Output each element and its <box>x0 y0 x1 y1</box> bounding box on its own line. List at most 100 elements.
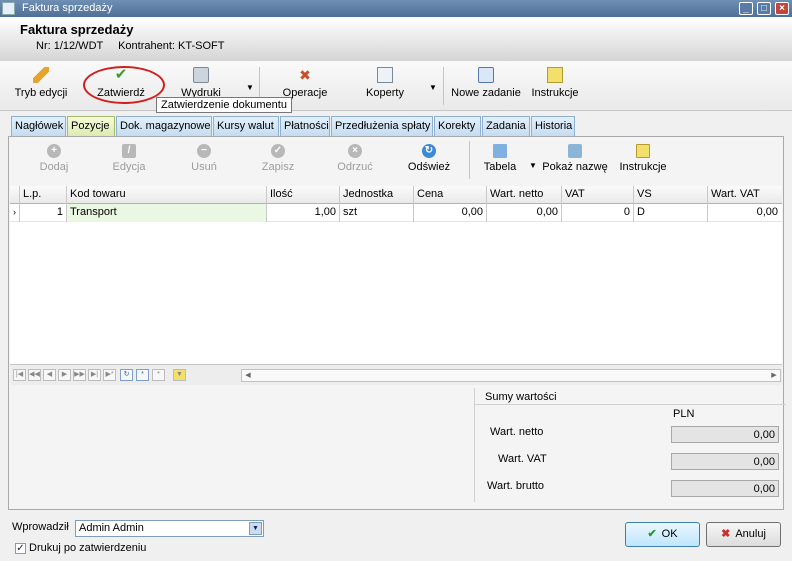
envelopes-dropdown-arrow[interactable]: ▼ <box>429 83 437 92</box>
cell-net[interactable]: 0,00 <box>487 204 562 222</box>
checkmark-icon: ✔ <box>647 528 657 540</box>
table-label: Tabela <box>483 161 517 173</box>
table-button[interactable]: Tabela <box>481 144 519 173</box>
next-page-icon[interactable]: ▶▶ <box>73 369 86 381</box>
vat-sum-value: 0,00 <box>671 453 779 470</box>
net-sum-value: 0,00 <box>671 426 779 443</box>
tab-pozycje[interactable]: Pozycje <box>67 116 115 136</box>
tab-platnosci[interactable]: Płatności <box>280 116 330 136</box>
tab-dok-magazynowe[interactable]: Dok. magazynowe <box>116 116 212 136</box>
table-icon <box>493 144 507 158</box>
reject-button[interactable]: × Odrzuć <box>335 144 375 173</box>
filter-icon[interactable]: ▼ <box>173 369 186 381</box>
instructions-button[interactable]: Instrukcje <box>528 65 582 107</box>
envelope-icon <box>377 67 393 83</box>
last-record-icon[interactable]: ▶* <box>103 369 116 381</box>
cancel-button[interactable]: ✖ Anuluj <box>706 522 781 547</box>
grid-header-row: L.p. Kod towaru Ilość Jednostka Cena War… <box>10 186 782 204</box>
cell-qty[interactable]: 1,00 <box>267 204 340 222</box>
column-header-vs[interactable]: VS <box>634 186 708 204</box>
dialog-footer: Wprowadził Admin Admin ▼ ✓ Drukuj po zat… <box>0 511 792 561</box>
document-header: Faktura sprzedaży Nr: 1/12/WDT Kontrahen… <box>0 17 792 61</box>
cell-vat-value[interactable]: 0,00 <box>708 204 781 222</box>
print-after-approve-checkbox[interactable]: ✓ <box>15 543 26 554</box>
table-dropdown-arrow[interactable]: ▼ <box>529 161 537 170</box>
entered-by-label: Wprowadził <box>12 521 69 533</box>
tools-icon: ✖ <box>299 67 311 83</box>
cell-unit[interactable]: szt <box>340 204 414 222</box>
entered-by-select[interactable]: Admin Admin ▼ <box>75 520 264 537</box>
cell-code[interactable]: Transport <box>67 204 267 222</box>
edit-button[interactable]: / Edycja <box>109 144 149 173</box>
new-task-button[interactable]: Nowe zadanie <box>450 65 522 107</box>
edit-mode-button[interactable]: Tryb edycji <box>8 65 74 107</box>
positions-grid: L.p. Kod towaru Ilość Jednostka Cena War… <box>10 186 782 364</box>
vat-sum-label: Wart. VAT <box>498 453 547 465</box>
row-indicator-icon: › <box>10 204 20 222</box>
cell-vs[interactable]: D <box>634 204 708 222</box>
column-header-code[interactable]: Kod towaru <box>67 186 267 204</box>
printer-icon <box>193 67 209 83</box>
column-header-unit[interactable]: Jednostka <box>340 186 414 204</box>
cell-price[interactable]: 0,00 <box>414 204 487 222</box>
prints-dropdown-arrow[interactable]: ▼ <box>246 83 254 92</box>
cell-lp[interactable]: 1 <box>20 204 67 222</box>
refresh-nav-icon[interactable]: ↻ <box>120 369 133 381</box>
window-titlebar: Faktura sprzedaży _ □ × <box>0 0 792 17</box>
ok-button[interactable]: ✔ OK <box>625 522 700 547</box>
close-button[interactable]: × <box>775 2 789 15</box>
grid-instructions-label: Instrukcje <box>619 161 667 173</box>
document-number: Nr: 1/12/WDT <box>36 40 104 52</box>
last-page-icon[interactable]: ▶| <box>88 369 101 381</box>
edit-mode-label: Tryb edycji <box>14 87 68 99</box>
column-header-lp[interactable]: L.p. <box>20 186 67 204</box>
gross-sum-value: 0,00 <box>671 480 779 497</box>
positions-panel: + Dodaj / Edycja − Usuń ✓ Zapisz × Odrzu… <box>8 136 786 510</box>
column-header-qty[interactable]: Ilość <box>267 186 340 204</box>
add-button[interactable]: + Dodaj <box>37 144 71 173</box>
net-sum-label: Wart. netto <box>490 426 544 438</box>
refresh-label: Odśwież <box>407 161 451 173</box>
delete-button[interactable]: − Usuń <box>187 144 221 173</box>
column-header-vat-value[interactable]: Wart. VAT <box>708 186 781 204</box>
grid-instructions-button[interactable]: Instrukcje <box>616 144 670 173</box>
highlight-oval <box>83 66 165 104</box>
minimize-button[interactable]: _ <box>739 2 753 15</box>
tab-przedluzenia-splaty[interactable]: Przedłużenia spłaty <box>331 116 433 136</box>
envelopes-button[interactable]: Koperty <box>355 65 415 107</box>
save-button[interactable]: ✓ Zapisz <box>260 144 296 173</box>
asterisk-disabled-icon[interactable]: * <box>152 369 165 381</box>
prev-record-icon[interactable]: ◀ <box>43 369 56 381</box>
first-page-icon[interactable]: |◀ <box>13 369 26 381</box>
cross-icon: × <box>348 144 362 158</box>
tab-zadania[interactable]: Zadania <box>482 116 530 136</box>
document-subtitle: Nr: 1/12/WDT Kontrahent: KT-SOFT <box>36 40 224 52</box>
asterisk-icon[interactable]: * <box>136 369 149 381</box>
note-icon <box>547 67 563 83</box>
sums-panel: Sumy wartości PLN Wart. netto 0,00 Wart.… <box>474 388 786 502</box>
chevron-down-icon[interactable]: ▼ <box>249 522 262 535</box>
cell-vat[interactable]: 0 <box>562 204 634 222</box>
column-header-net[interactable]: Wart. netto <box>487 186 562 204</box>
refresh-button[interactable]: ↻ Odśwież <box>406 144 452 173</box>
sums-caption: Sumy wartości <box>485 391 557 403</box>
prev-page-icon[interactable]: ◀◀ <box>28 369 41 381</box>
scroll-right-icon[interactable]: ▶ <box>768 370 780 381</box>
tab-korekty[interactable]: Korekty <box>434 116 481 136</box>
tab-historia[interactable]: Historia <box>531 116 575 136</box>
next-record-icon[interactable]: ▶ <box>58 369 71 381</box>
column-header-vat[interactable]: VAT <box>562 186 634 204</box>
app-icon <box>2 2 15 15</box>
tab-naglowek[interactable]: Nagłówek <box>11 116 66 136</box>
scroll-left-icon[interactable]: ◀ <box>242 370 254 381</box>
column-header-price[interactable]: Cena <box>414 186 487 204</box>
horizontal-scrollbar[interactable]: ◀ ▶ <box>241 369 781 382</box>
envelopes-label: Koperty <box>366 87 404 99</box>
minus-icon: − <box>197 144 211 158</box>
table-row[interactable]: › 1 Transport 1,00 szt 0,00 0,00 0 D 0,0… <box>10 204 782 222</box>
new-task-label: Nowe zadanie <box>451 87 521 99</box>
maximize-button[interactable]: □ <box>757 2 771 15</box>
positions-toolbar: + Dodaj / Edycja − Usuń ✓ Zapisz × Odrzu… <box>9 137 783 185</box>
tab-kursy-walut[interactable]: Kursy walut <box>213 116 279 136</box>
show-name-button[interactable]: Pokaż nazwę <box>542 144 608 173</box>
